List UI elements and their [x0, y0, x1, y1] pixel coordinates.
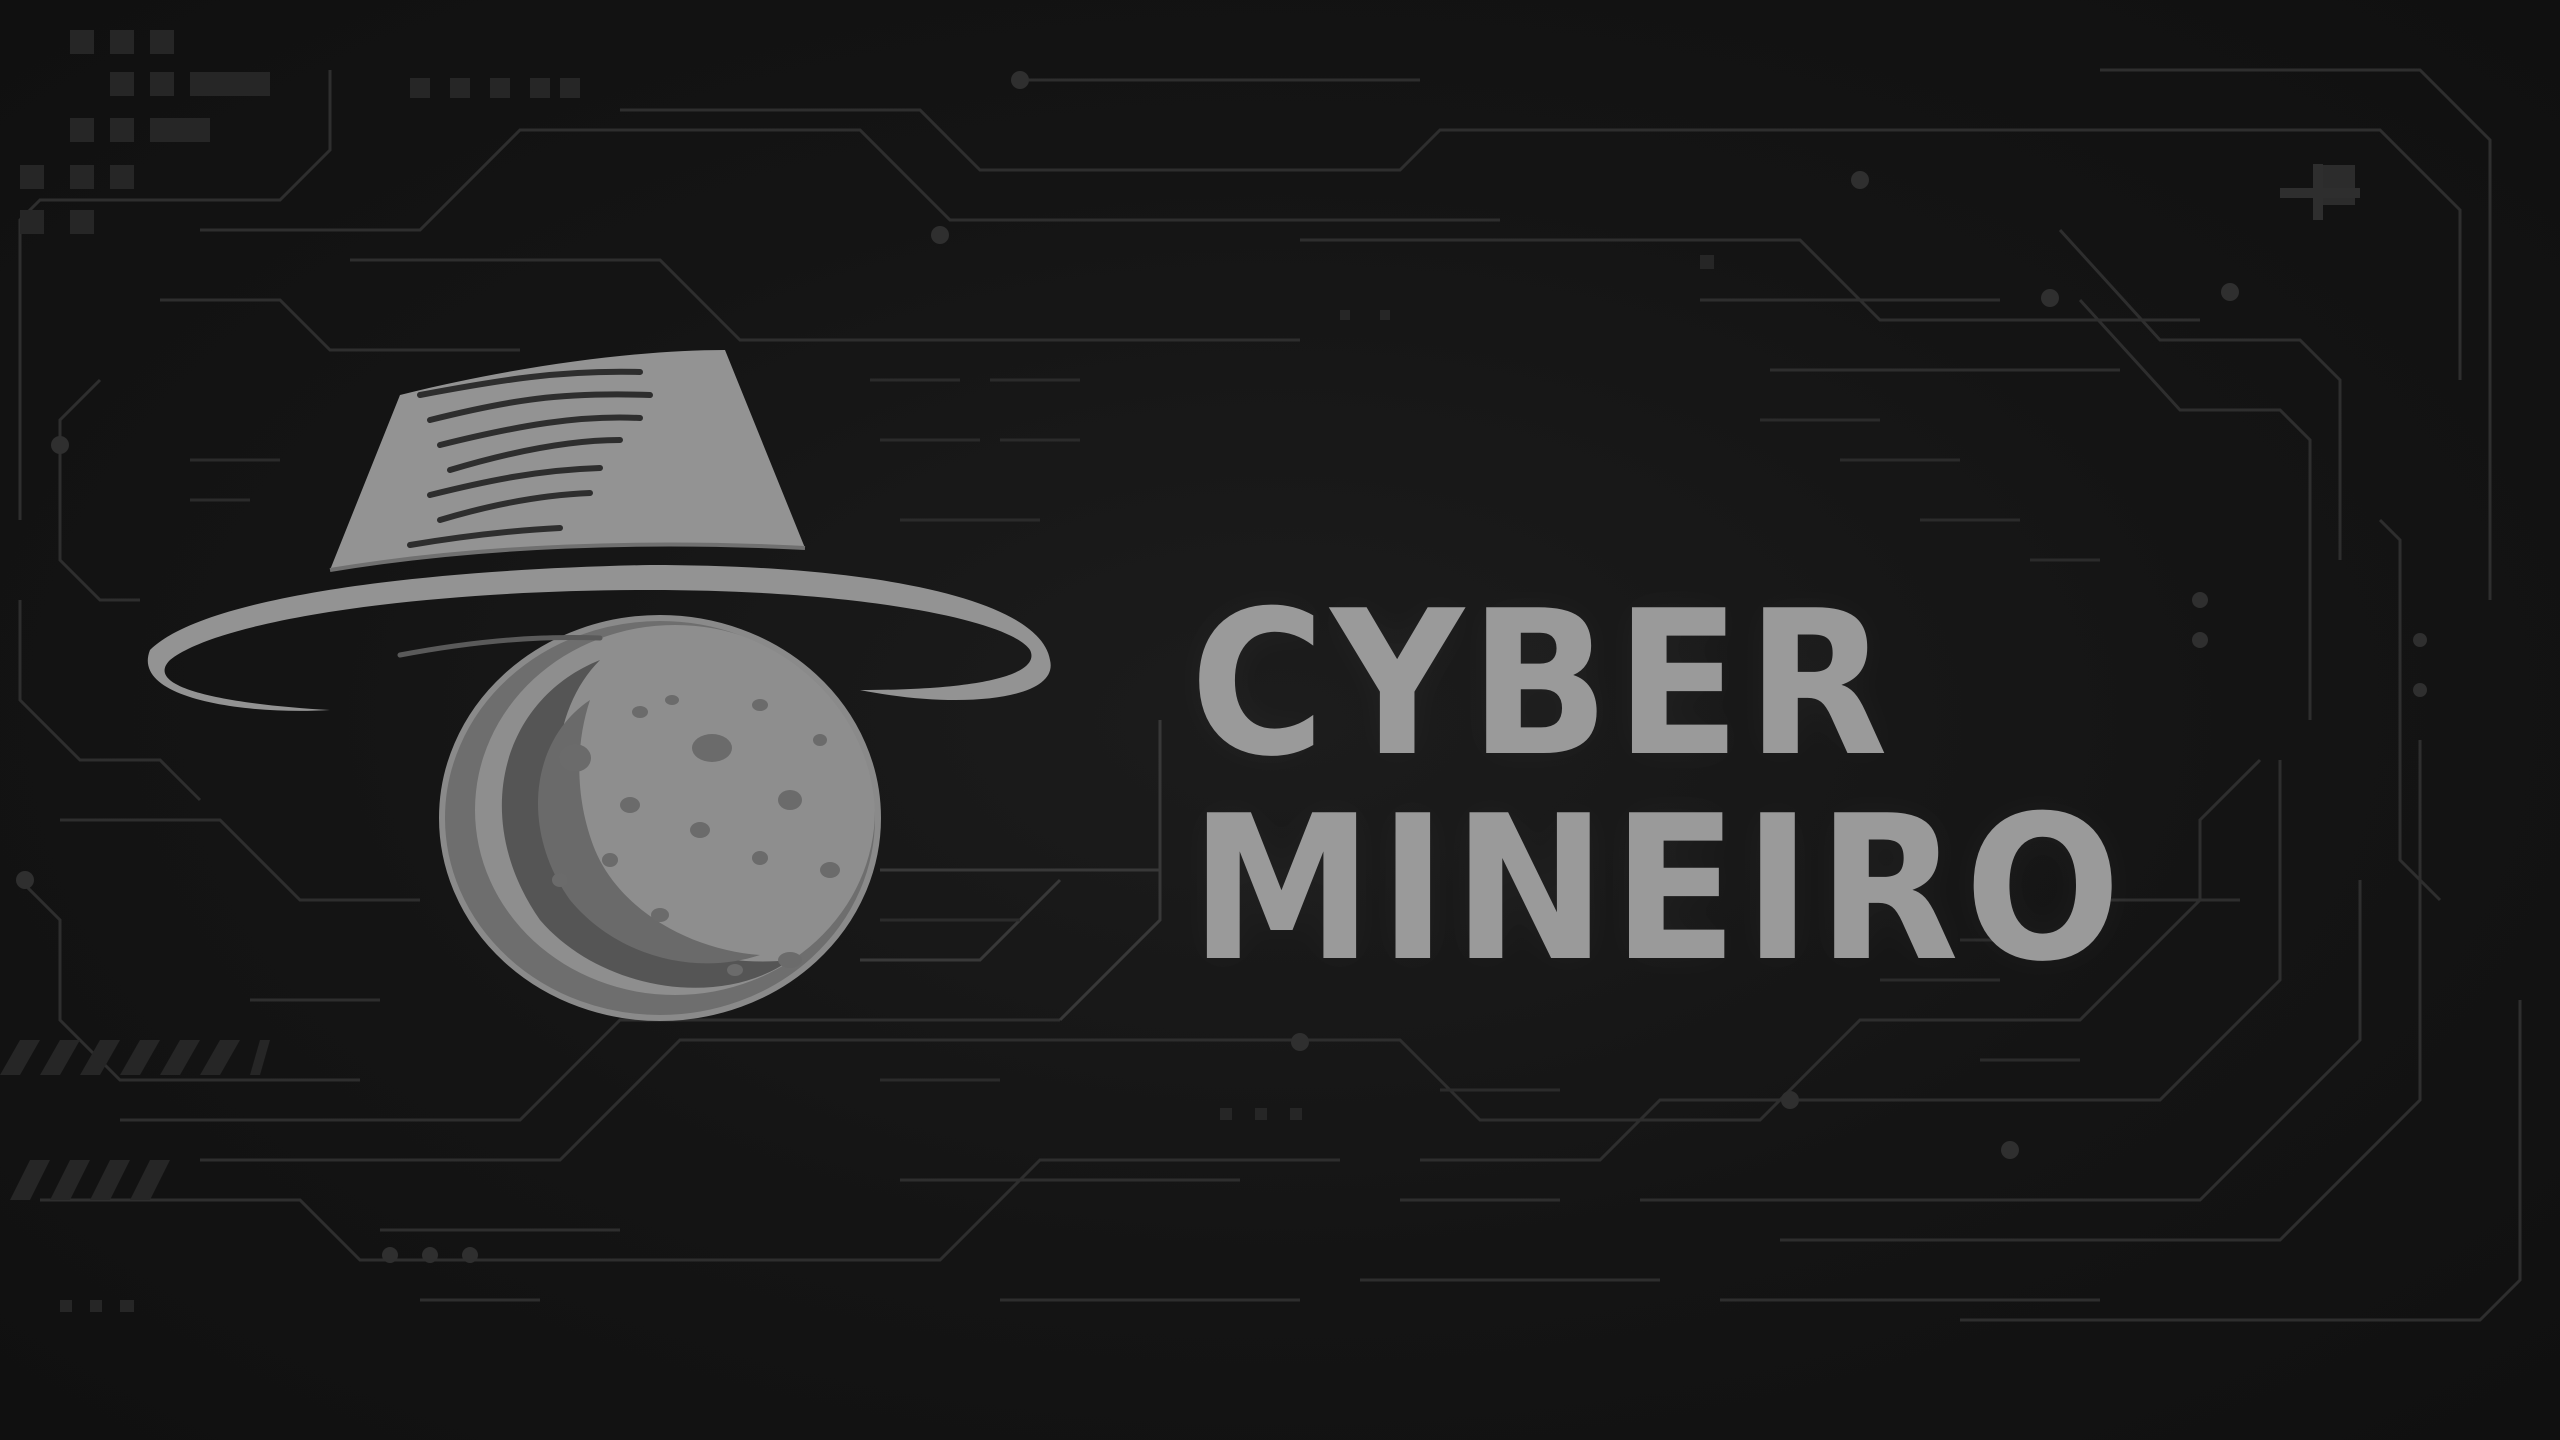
background: CYBER MINEIRO: [0, 0, 2560, 1440]
cheese-ball-icon: [439, 615, 881, 1021]
brand-line-1: CYBER: [1190, 568, 1894, 801]
brand-wordmark: CYBER MINEIRO: [1190, 568, 2127, 1006]
brand-line-2: MINEIRO: [1190, 773, 2127, 1006]
